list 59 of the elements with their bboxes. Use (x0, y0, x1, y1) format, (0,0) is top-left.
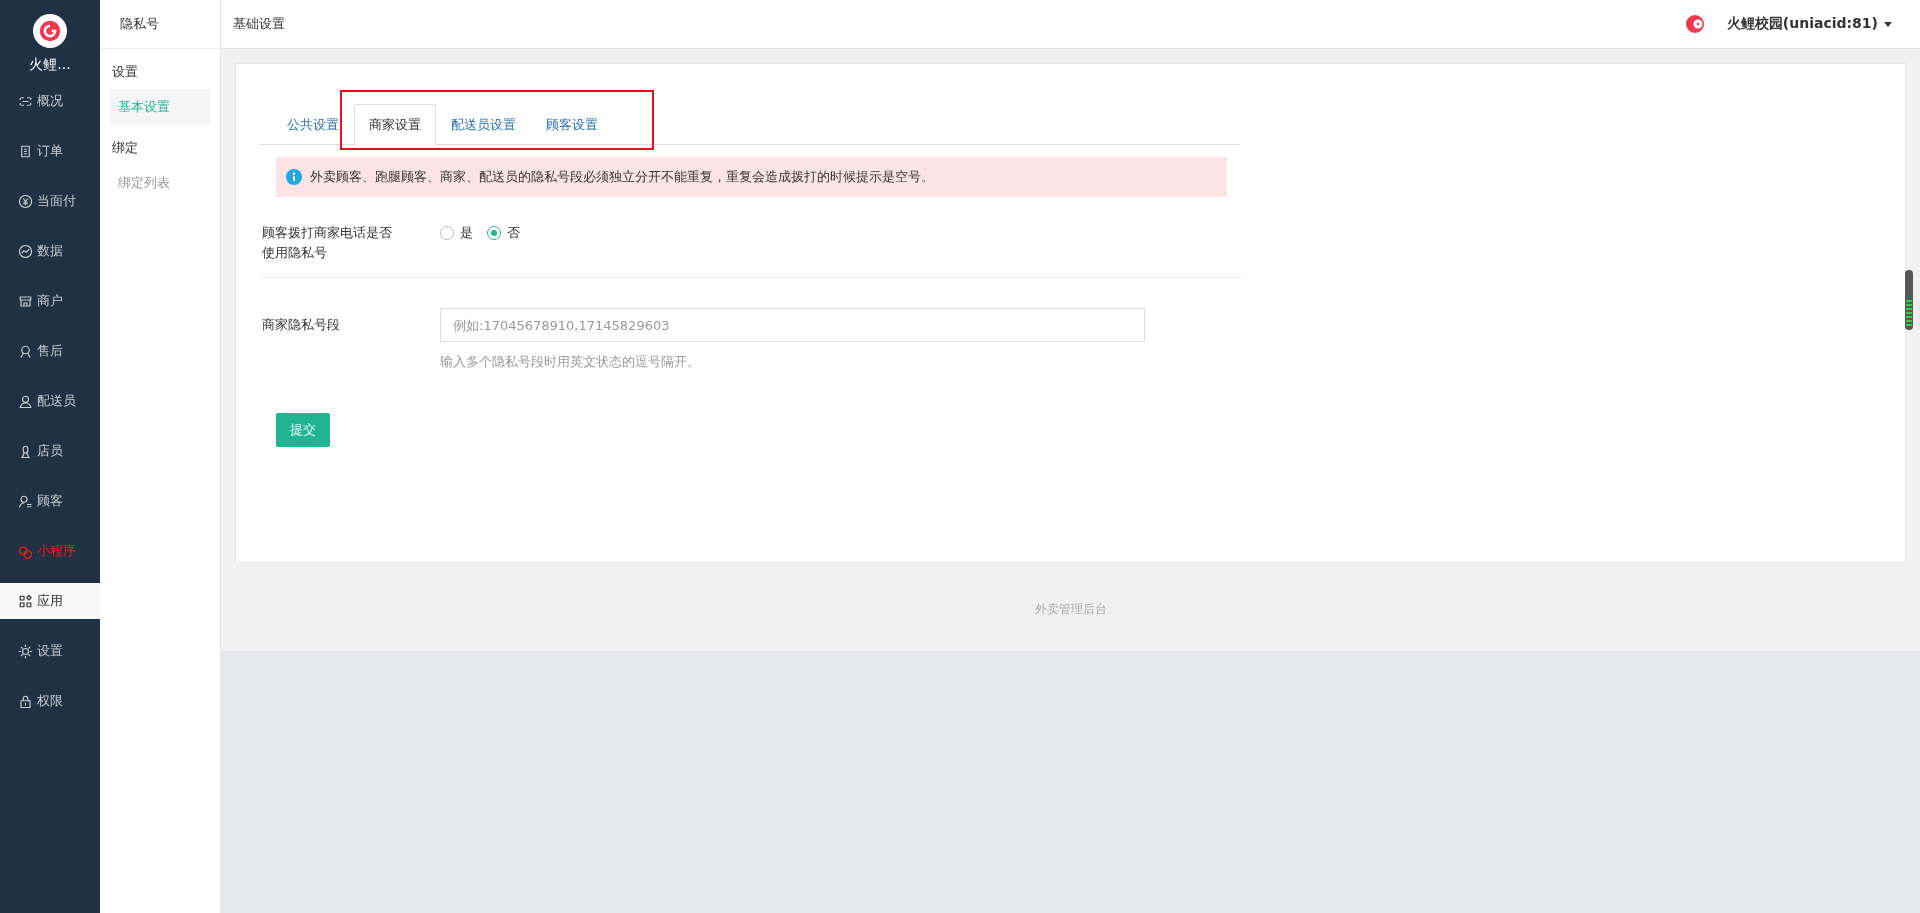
nav-item[interactable]: 售后 (0, 326, 100, 376)
nav-icon (18, 193, 33, 209)
submenu-heading: 设置 (111, 63, 139, 81)
nav-icon (18, 243, 33, 259)
nav-label: 设置 (37, 642, 63, 660)
logo-icon (1684, 14, 1705, 34)
brand-name: 火鲤... (29, 56, 71, 74)
tab[interactable]: 配送员设置 (436, 104, 531, 145)
nav-icon (18, 443, 33, 459)
nav-item[interactable]: 设置 (0, 626, 100, 676)
nav-label: 商户 (37, 292, 63, 310)
nav-item[interactable]: 权限 (0, 676, 100, 726)
nav-item[interactable]: 商户 (0, 276, 100, 326)
nav-icon (18, 493, 33, 509)
nav-item[interactable]: 概况 (0, 76, 100, 126)
radio-option[interactable]: 是 (440, 223, 473, 263)
nav-label: 当面付 (37, 192, 76, 210)
field-label: 商家隐私号段 (262, 316, 341, 334)
help-text: 输入多个隐私号段时用英文状态的逗号隔开。 (440, 354, 701, 371)
nav-item[interactable]: 数据 (0, 226, 100, 276)
nav-label: 概况 (37, 92, 63, 110)
nav-icon (18, 543, 33, 559)
submenu-heading: 绑定 (111, 139, 139, 157)
nav-item[interactable]: 店员 (0, 426, 100, 476)
logo-icon (33, 14, 67, 48)
field-label: 顾客拨打商家电话是否使用隐私号 (262, 224, 393, 262)
tab[interactable]: 商家设置 (354, 104, 436, 145)
nav-item[interactable]: 配送员 (0, 376, 100, 426)
nav-label: 配送员 (37, 392, 76, 410)
nav-icon (18, 643, 33, 659)
nav-icon (18, 593, 33, 609)
caret-icon (1884, 21, 1892, 27)
info-icon (286, 169, 302, 185)
page-title: 基础设置 (233, 15, 285, 33)
radio-option[interactable]: 否 (487, 223, 520, 263)
tab[interactable]: 公共设置 (272, 104, 354, 145)
nav-label: 顾客 (37, 492, 63, 510)
nav-icon (18, 693, 33, 709)
nav-icon (18, 343, 33, 359)
nav-icon (18, 143, 33, 159)
input-field[interactable]: 例如:17045678910,17145829603 (440, 308, 1145, 342)
alert-text: 外卖顾客、跑腿顾客、商家、配送员的隐私号段必须独立分开不能重复，重复会造成拨打的时候提示是空号。 (310, 168, 934, 186)
nav-icon (18, 293, 33, 309)
nav-label: 权限 (37, 692, 63, 710)
account-menu[interactable]: 火鲤校园(uniacid:81) (1726, 15, 1878, 33)
nav-label: 数据 (37, 242, 63, 260)
nav-label: 售后 (37, 342, 63, 360)
nav-item[interactable]: 订单 (0, 126, 100, 176)
submenu-title: 隐私号 (100, 0, 220, 49)
nav-icon (18, 393, 33, 409)
nav-item[interactable]: 应用 (0, 583, 100, 619)
nav-label: 店员 (37, 442, 63, 460)
footer-text: 外卖管理后台 (1033, 601, 1108, 618)
nav-item[interactable]: 当面付 (0, 176, 100, 226)
nav-item[interactable]: 顾客 (0, 476, 100, 526)
nav-label: 小程序 (37, 542, 76, 560)
tab[interactable]: 顾客设置 (531, 104, 613, 145)
nav-label: 应用 (37, 592, 63, 610)
nav-label: 订单 (37, 142, 63, 160)
